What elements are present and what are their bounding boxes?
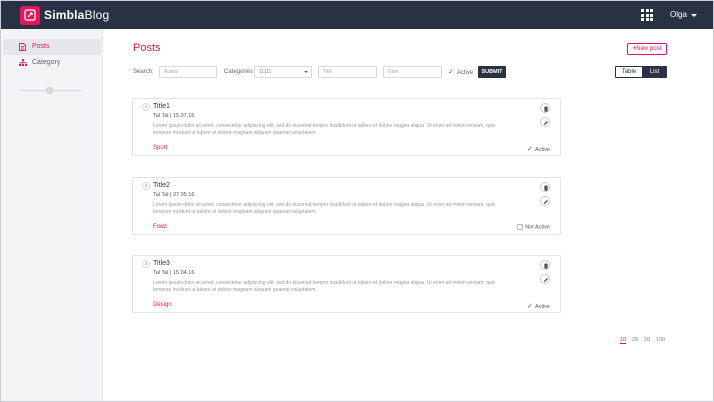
sidebar-item-label: Category — [32, 59, 61, 66]
sidebar-item-label: Posts — [32, 43, 50, 50]
apps-grid-icon[interactable] — [641, 9, 653, 21]
trash-icon — [544, 185, 548, 191]
post-status[interactable]: Not Active — [517, 224, 550, 230]
post-number: 2 — [142, 182, 150, 190]
page-size-10[interactable]: 10 — [620, 337, 627, 344]
trash-icon — [544, 263, 548, 269]
sitemap-icon — [19, 59, 27, 68]
post-meta: Tal Tal | 15.04.16 — [153, 270, 195, 276]
page-size-100[interactable]: 100 — [656, 337, 665, 343]
post-card: 2 Title2 Tal Tal | 27.05.16 Lorem ipsum … — [132, 177, 561, 235]
pencil-icon — [544, 278, 548, 282]
post-status[interactable]: ✓ Active — [527, 302, 550, 310]
post-title[interactable]: Title3 — [153, 260, 170, 267]
brand-bold: Simbla — [44, 8, 85, 22]
edit-button[interactable] — [540, 196, 550, 206]
post-card: 1 Title1 Tal Tal | 15.07.16 Lorem ipsum … — [132, 98, 561, 156]
user-menu[interactable]: Olga — [670, 10, 687, 19]
categories-label: Categories — [224, 69, 254, 75]
categories-value: 11111 — [259, 69, 272, 75]
post-card: 3 Title3 Tal Tal | 15.04.16 Lorem ipsum … — [132, 255, 561, 313]
check-icon: ✓ — [527, 303, 534, 310]
post-description: Lorem ipsum dolor sit amet, consectetur … — [153, 202, 496, 215]
sidebar-item-posts[interactable]: Posts — [3, 39, 101, 55]
page-title: Posts — [133, 42, 161, 54]
post-meta: Tal Tal | 15.07.16 — [153, 113, 195, 119]
new-post-label: New post — [636, 46, 662, 52]
sidebar-item-category[interactable]: Category — [3, 55, 101, 71]
app-window: SimblaBlog Olga Posts Category Posts +Ne… — [0, 0, 714, 402]
date-input[interactable]: Date — [383, 66, 442, 78]
logo-icon[interactable] — [20, 6, 40, 25]
post-category[interactable]: Food — [153, 224, 167, 230]
brand-name: SimblaBlog — [44, 8, 109, 22]
trash-icon — [544, 106, 548, 112]
post-status[interactable]: ✓ Active — [527, 145, 550, 153]
edit-button[interactable] — [540, 274, 550, 284]
table-view-button[interactable]: Table — [616, 67, 642, 77]
document-icon — [19, 43, 26, 53]
collapse-handle[interactable] — [46, 87, 53, 94]
delete-button[interactable] — [540, 103, 550, 113]
sidebar: Posts Category — [1, 29, 103, 401]
pencil-icon — [544, 121, 548, 125]
list-view-button[interactable]: List — [642, 67, 667, 77]
status-label: Active — [535, 147, 550, 153]
categories-select[interactable]: 11111 — [254, 66, 312, 78]
new-post-button[interactable]: +New post — [627, 43, 667, 55]
chevron-down-icon[interactable] — [691, 14, 697, 17]
page-size-50[interactable]: 50 — [644, 337, 650, 343]
delete-button[interactable] — [540, 182, 550, 192]
check-icon: ✓ — [527, 146, 534, 153]
post-description: Lorem ipsum dolor sit amet, consectetur … — [153, 280, 496, 293]
post-category[interactable]: Sport — [153, 145, 167, 151]
search-label: Search: — [133, 69, 154, 75]
edit-button[interactable] — [540, 117, 550, 127]
active-label: Active — [456, 70, 474, 76]
checkbox-empty — [517, 224, 524, 230]
submit-button[interactable]: SUBMIT — [478, 66, 506, 78]
search-input[interactable]: Autkw — [159, 66, 217, 78]
check-icon: ✓ — [448, 69, 454, 76]
status-label: Not Active — [525, 224, 550, 231]
post-category[interactable]: Design — [153, 302, 172, 308]
post-description: Lorem ipsum dolor sit amet, consectetur … — [153, 123, 496, 136]
status-label: Active — [535, 304, 550, 310]
post-title[interactable]: Title1 — [153, 103, 170, 110]
view-toggle: Table List — [615, 66, 667, 78]
page-size-25[interactable]: 25 — [632, 337, 638, 343]
chevron-down-icon — [304, 71, 308, 73]
post-title[interactable]: Title2 — [153, 182, 170, 189]
top-bar: SimblaBlog Olga — [1, 1, 713, 29]
post-number: 3 — [142, 260, 150, 268]
post-number: 1 — [142, 103, 150, 111]
post-meta: Tal Tal | 27.05.16 — [153, 192, 195, 198]
pencil-icon — [544, 200, 548, 204]
delete-button[interactable] — [540, 260, 550, 270]
title-input[interactable]: Title — [318, 66, 377, 78]
brand-thin: Blog — [84, 8, 110, 22]
active-checkbox[interactable]: ✓ Active — [448, 68, 473, 76]
